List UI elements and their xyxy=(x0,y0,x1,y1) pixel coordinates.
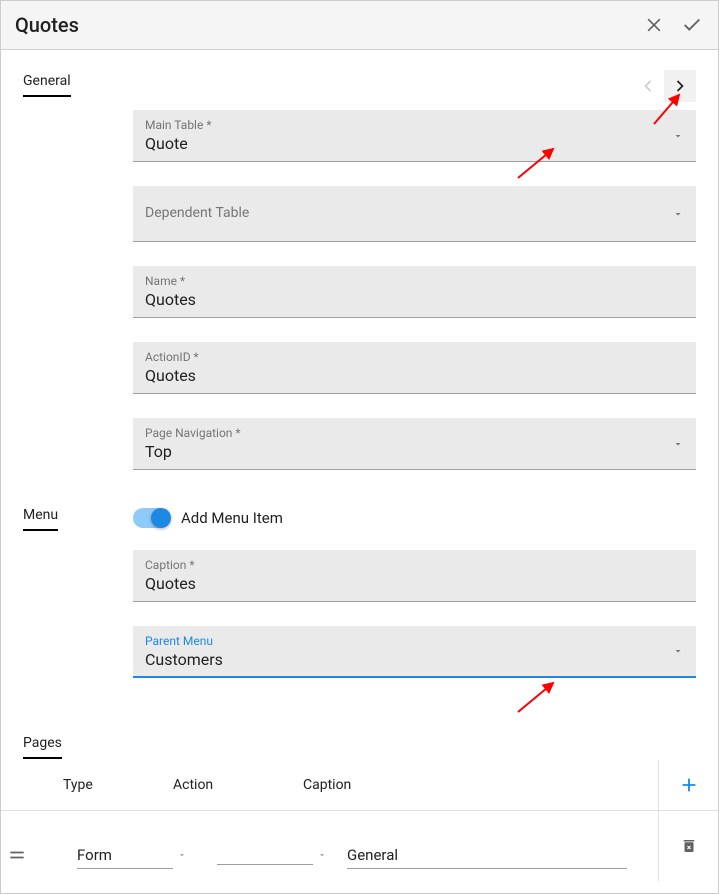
header-actions xyxy=(642,13,704,37)
section-general-label: General xyxy=(23,73,71,97)
close-icon[interactable] xyxy=(642,13,666,37)
section-pages-label: Pages xyxy=(23,735,62,759)
chevron-down-icon xyxy=(177,850,187,860)
toggle-thumb xyxy=(151,508,171,528)
drag-handle-icon[interactable] xyxy=(7,845,47,865)
chevron-down-icon xyxy=(317,850,327,860)
page-type-select[interactable]: Form xyxy=(77,842,173,869)
main-table-label: Main Table * xyxy=(145,118,684,132)
confirm-icon[interactable] xyxy=(680,13,704,37)
add-menu-item-label: Add Menu Item xyxy=(181,509,283,527)
name-label: Name * xyxy=(145,274,684,288)
section-menu-label: Menu xyxy=(23,507,58,531)
add-page-button[interactable] xyxy=(658,760,718,810)
dependent-table-field[interactable]: Dependent Table xyxy=(133,186,696,242)
parent-menu-field[interactable]: Parent Menu Customers xyxy=(133,626,696,678)
page-nav-arrows xyxy=(133,70,696,102)
caption-label: Caption * xyxy=(145,558,684,572)
delete-page-button[interactable] xyxy=(658,811,718,881)
dialog-title: Quotes xyxy=(15,13,79,37)
page-action-select[interactable] xyxy=(217,845,313,865)
next-page-button[interactable] xyxy=(664,70,696,102)
prev-page-button xyxy=(632,70,664,102)
action-id-value: Quotes xyxy=(145,366,684,385)
dialog-header: Quotes xyxy=(1,1,718,50)
page-navigation-field[interactable]: Page Navigation * Top xyxy=(133,418,696,470)
pages-col-action: Action xyxy=(173,777,303,793)
name-field[interactable]: Name * Quotes xyxy=(133,266,696,318)
page-navigation-label: Page Navigation * xyxy=(145,426,684,440)
main-table-value: Quote xyxy=(145,134,684,153)
name-value: Quotes xyxy=(145,290,684,309)
page-caption-input[interactable] xyxy=(347,842,627,869)
chevron-down-icon xyxy=(672,645,684,657)
caption-value: Quotes xyxy=(145,574,684,593)
page-navigation-value: Top xyxy=(145,442,684,461)
caption-field[interactable]: Caption * Quotes xyxy=(133,550,696,602)
chevron-down-icon xyxy=(672,438,684,450)
action-id-label: ActionID * xyxy=(145,350,684,364)
chevron-down-icon xyxy=(672,208,684,220)
dependent-table-label: Dependent Table xyxy=(145,205,684,221)
action-id-field[interactable]: ActionID * Quotes xyxy=(133,342,696,394)
chevron-down-icon xyxy=(672,130,684,142)
add-menu-item-toggle[interactable] xyxy=(133,508,169,528)
main-table-field[interactable]: Main Table * Quote xyxy=(133,110,696,162)
pages-col-type: Type xyxy=(23,777,173,793)
parent-menu-value: Customers xyxy=(145,650,684,669)
pages-col-caption: Caption xyxy=(303,777,658,793)
parent-menu-label: Parent Menu xyxy=(145,634,684,648)
